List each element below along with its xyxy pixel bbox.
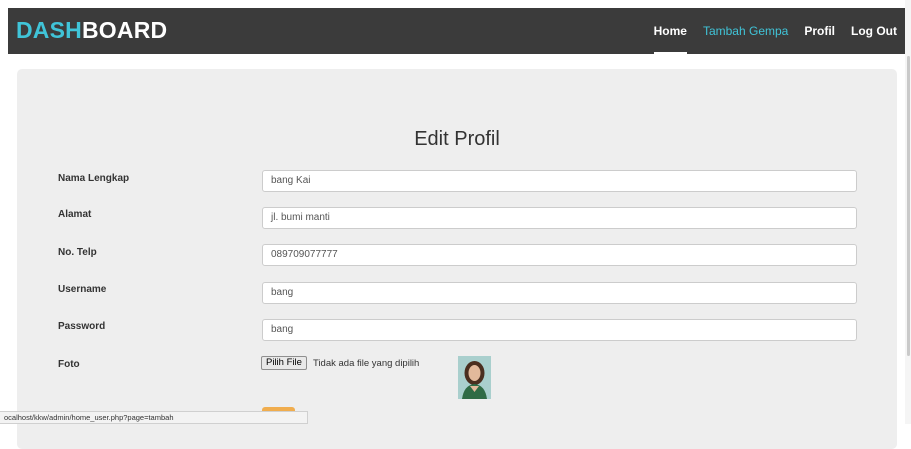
page-title: Edit Profil <box>414 128 500 150</box>
brand-part-board: BOARD <box>81 17 168 43</box>
no-telp-input[interactable]: 089709077777 <box>262 244 857 266</box>
person-photo-icon <box>458 356 491 399</box>
label-no-telp: No. Telp <box>58 247 97 258</box>
scrollbar-thumb[interactable] <box>907 56 910 356</box>
file-status-text: Tidak ada file yang dipilih <box>313 358 420 369</box>
nav-logout[interactable]: Log Out <box>843 8 905 54</box>
username-input[interactable]: bang <box>262 282 857 304</box>
top-navbar: DASHBOARD Home Tambah Gempa Profil Log O… <box>8 8 905 54</box>
alamat-input[interactable]: jl. bumi manti <box>262 207 857 229</box>
label-username: Username <box>58 284 107 295</box>
label-foto: Foto <box>58 359 80 370</box>
brand-logo[interactable]: DASHBOARD <box>16 17 167 44</box>
nav-menu: Home Tambah Gempa Profil Log Out <box>646 8 905 54</box>
password-input[interactable]: bang <box>262 319 857 341</box>
nama-lengkap-input[interactable]: bang Kai <box>262 170 857 192</box>
choose-file-button[interactable]: Pilih File <box>261 356 307 370</box>
profile-photo-thumbnail <box>458 356 491 399</box>
browser-status-bar: ocalhost/kkw/admin/home_user.php?page=ta… <box>0 411 308 424</box>
label-password: Password <box>58 321 106 332</box>
label-alamat: Alamat <box>58 209 92 220</box>
label-nama-lengkap: Nama Lengkap <box>58 173 130 184</box>
page-scrollbar[interactable] <box>905 0 911 424</box>
edit-profile-panel: Edit Profil Nama Lengkap bang Kai Alamat… <box>17 69 897 449</box>
nav-home[interactable]: Home <box>646 8 695 54</box>
nav-tambah-gempa[interactable]: Tambah Gempa <box>695 8 796 54</box>
nav-profil[interactable]: Profil <box>796 8 843 54</box>
brand-part-dash: DASH <box>16 17 82 43</box>
